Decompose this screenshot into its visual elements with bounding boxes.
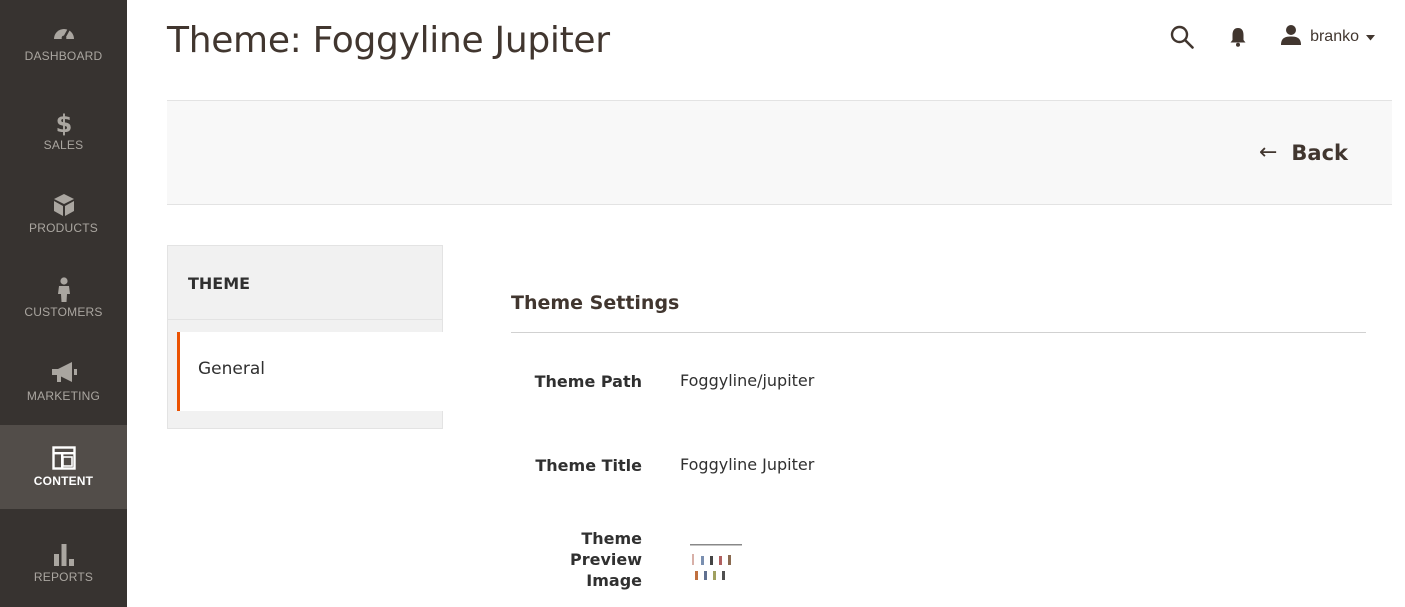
theme-preview-image[interactable]: [688, 541, 744, 593]
page-title: Theme: Foggyline Jupiter: [167, 20, 610, 61]
header-actions: branko: [1170, 22, 1375, 52]
user-icon: [1280, 24, 1302, 51]
nav-item-customers[interactable]: CUSTOMERS: [0, 256, 127, 340]
theme-preview-label: Theme Preview Image: [492, 528, 642, 591]
nav-label-sales: SALES: [43, 138, 84, 152]
back-button[interactable]: ← Back: [1259, 140, 1348, 165]
tab-general[interactable]: General: [177, 332, 443, 411]
theme-path-value: Foggyline/jupiter: [680, 371, 815, 390]
nav-label-products: PRODUCTS: [29, 221, 98, 235]
person-icon: [56, 277, 72, 302]
theme-preview-label-line2: Preview: [569, 550, 642, 569]
theme-preview-label-line1: Theme: [581, 529, 642, 548]
nav-label-reports: REPORTS: [33, 570, 94, 584]
arrow-left-icon: ←: [1258, 140, 1278, 165]
chevron-down-icon: [1366, 28, 1375, 46]
svg-text:$: $: [55, 110, 72, 136]
cube-icon: [53, 193, 75, 217]
section-divider: [511, 332, 1366, 333]
dollar-icon: $: [54, 110, 74, 138]
user-menu[interactable]: branko: [1280, 24, 1375, 51]
tabs-title: THEME: [168, 246, 442, 320]
user-name: branko: [1310, 28, 1359, 45]
admin-sidebar: DASHBOARD $ SALES PRODUCTS CUSTOMERS MAR…: [0, 0, 127, 607]
bell-icon[interactable]: [1230, 27, 1246, 47]
nav-label-marketing: MARKETING: [26, 389, 101, 403]
theme-path-label: Theme Path: [534, 372, 642, 391]
nav-item-sales[interactable]: $ SALES: [0, 89, 127, 173]
back-button-label: Back: [1291, 140, 1348, 165]
search-icon[interactable]: [1170, 25, 1194, 49]
nav-label-dashboard: DASHBOARD: [24, 49, 103, 63]
theme-tabs-panel: THEME General: [167, 245, 443, 429]
nav-label-content: CONTENT: [33, 474, 94, 488]
page-actions-bar: ← Back: [167, 100, 1392, 205]
theme-title-label: Theme Title: [535, 456, 642, 475]
speedometer-icon: [51, 21, 77, 45]
nav-item-reports[interactable]: REPORTS: [0, 521, 127, 605]
theme-title-value: Foggyline Jupiter: [680, 455, 815, 474]
megaphone-icon: [50, 361, 78, 385]
theme-preview-label-line3: Image: [586, 571, 642, 590]
section-title: Theme Settings: [511, 292, 680, 314]
nav-item-marketing[interactable]: MARKETING: [0, 340, 127, 424]
bar-chart-icon: [53, 542, 75, 566]
nav-label-customers: CUSTOMERS: [24, 305, 103, 319]
nav-item-products[interactable]: PRODUCTS: [0, 172, 127, 256]
nav-item-dashboard[interactable]: DASHBOARD: [0, 0, 127, 84]
layout-icon: [51, 446, 76, 470]
nav-item-content[interactable]: CONTENT: [0, 425, 127, 509]
